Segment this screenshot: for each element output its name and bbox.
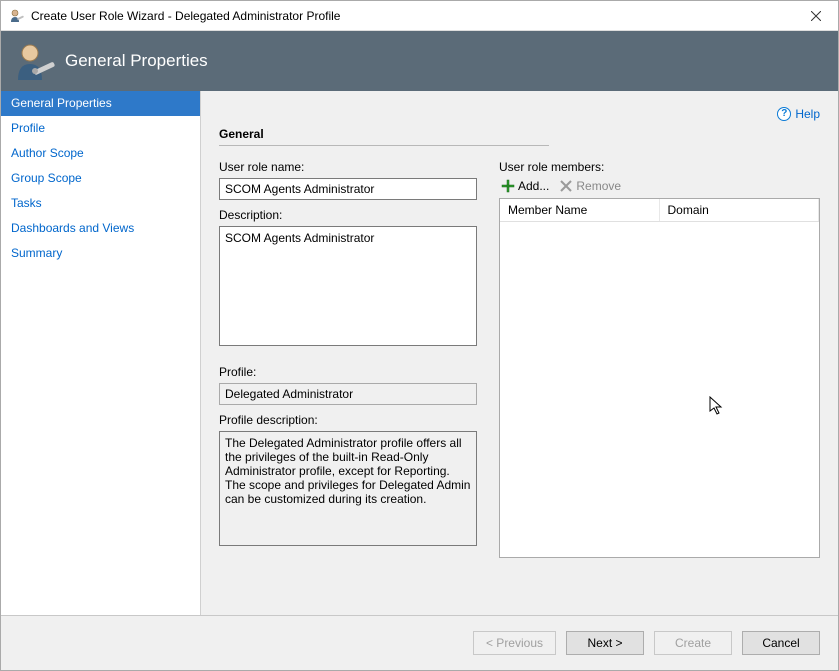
create-button: Create <box>654 631 732 655</box>
add-member-button[interactable]: Add... <box>499 178 551 194</box>
description-textarea[interactable]: SCOM Agents Administrator <box>219 226 477 346</box>
sidebar-item-group-scope[interactable]: Group Scope <box>1 166 200 191</box>
column-member-name[interactable]: Member Name <box>500 199 660 221</box>
column-domain[interactable]: Domain <box>660 199 820 221</box>
banner-user-icon <box>13 40 55 82</box>
section-heading-general: General <box>219 127 820 141</box>
help-label: Help <box>795 107 820 121</box>
help-icon: ? <box>777 107 791 121</box>
next-button[interactable]: Next > <box>566 631 644 655</box>
wizard-banner: General Properties <box>1 31 838 91</box>
profile-desc-label: Profile description: <box>219 413 477 427</box>
sidebar-item-dashboards-views[interactable]: Dashboards and Views <box>1 216 200 241</box>
main-panel: ? Help General User role name: Descripti… <box>201 91 838 615</box>
description-label: Description: <box>219 208 477 222</box>
members-label: User role members: <box>499 160 820 174</box>
profile-desc-readonly: The Delegated Administrator profile offe… <box>219 431 477 546</box>
grid-header: Member Name Domain <box>500 199 819 222</box>
add-label: Add... <box>518 179 549 193</box>
wizard-steps-sidebar: General Properties Profile Author Scope … <box>1 91 201 615</box>
remove-member-button: Remove <box>557 178 623 194</box>
cancel-button[interactable]: Cancel <box>742 631 820 655</box>
wizard-footer: < Previous Next > Create Cancel <box>1 615 838 670</box>
remove-x-icon <box>559 179 573 193</box>
members-grid[interactable]: Member Name Domain <box>499 198 820 558</box>
title-bar: Create User Role Wizard - Delegated Admi… <box>1 1 838 31</box>
banner-title: General Properties <box>65 51 208 71</box>
plus-icon <box>501 179 515 193</box>
help-link[interactable]: ? Help <box>777 107 820 121</box>
sidebar-item-tasks[interactable]: Tasks <box>1 191 200 216</box>
role-name-label: User role name: <box>219 160 477 174</box>
sidebar-item-profile[interactable]: Profile <box>1 116 200 141</box>
app-icon <box>9 8 25 24</box>
profile-label: Profile: <box>219 365 477 379</box>
remove-label: Remove <box>576 179 621 193</box>
profile-readonly: Delegated Administrator <box>219 383 477 405</box>
section-divider <box>219 145 549 146</box>
sidebar-item-summary[interactable]: Summary <box>1 241 200 266</box>
sidebar-item-author-scope[interactable]: Author Scope <box>1 141 200 166</box>
role-name-input[interactable] <box>219 178 477 200</box>
window-title: Create User Role Wizard - Delegated Admi… <box>31 9 793 23</box>
window-close-button[interactable] <box>793 1 838 30</box>
sidebar-item-general-properties[interactable]: General Properties <box>1 91 200 116</box>
previous-button: < Previous <box>473 631 556 655</box>
